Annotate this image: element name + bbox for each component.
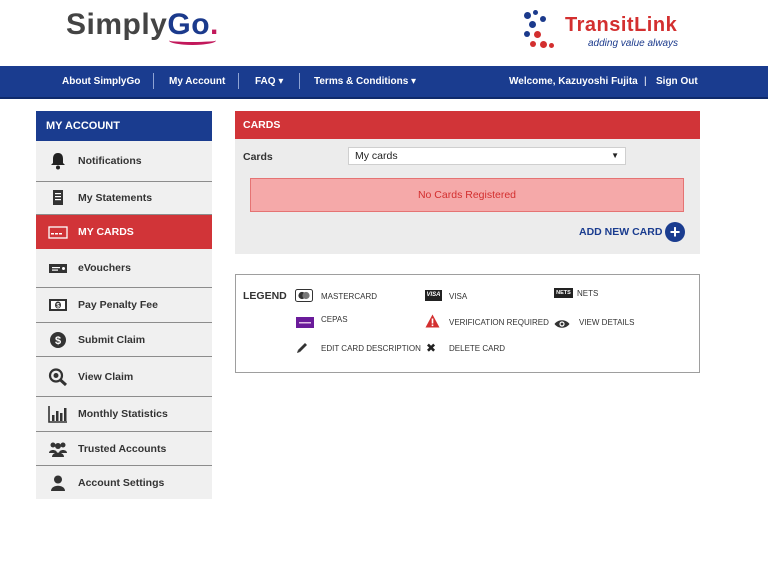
sidebar-item-label: eVouchers <box>78 262 131 274</box>
cards-select[interactable]: My cards ▼ <box>348 147 626 165</box>
sidebar-item-my-cards[interactable]: MY CARDS <box>36 215 212 249</box>
delete-x-icon: ✖ <box>426 341 437 355</box>
cards-panel: CARDS Cards My cards ▼ No Cards Register… <box>235 111 700 254</box>
legend-cepas-label: CEPAS <box>321 315 348 324</box>
simplygo-logo[interactable]: SimplyGo. <box>66 8 219 45</box>
transitlink-name: TransitLink <box>565 14 678 36</box>
legend-view-details-label: VIEW DETAILS <box>579 318 635 327</box>
user-icon <box>48 474 68 492</box>
nav-divider <box>238 73 239 89</box>
sidebar-item-notifications[interactable]: Notifications <box>36 141 212 182</box>
visa-icon: VISA <box>425 290 442 301</box>
sidebar-item-label: Monthly Statistics <box>78 408 168 420</box>
nav-separator-text: | <box>644 76 647 87</box>
cards-select-value: My cards <box>355 150 398 162</box>
no-cards-alert: No Cards Registered <box>250 178 684 212</box>
plus-circle-icon: + <box>665 222 685 242</box>
legend-edit-label: EDIT CARD DESCRIPTION <box>321 344 421 353</box>
bar-chart-icon <box>48 405 68 423</box>
money-icon: $ <box>48 296 68 314</box>
svg-text:$: $ <box>55 335 61 347</box>
sidebar-item-view-claim[interactable]: View Claim <box>36 357 212 397</box>
card-icon <box>48 223 68 241</box>
transitlink-tagline: adding value always <box>588 38 679 49</box>
legend-box: LEGEND MASTERCARD VISA VISA NETS NETS CE… <box>235 274 700 373</box>
pencil-icon <box>296 341 309 359</box>
sidebar-item-label: Trusted Accounts <box>78 442 167 455</box>
sidebar-item-evouchers[interactable]: eVouchers <box>36 249 212 288</box>
transitlink-mark-icon <box>520 10 560 50</box>
sidebar-item-my-statements[interactable]: My Statements <box>36 182 212 215</box>
sidebar-item-label: Submit Claim <box>78 333 146 346</box>
logo-go-text: Go <box>167 8 217 45</box>
nav-divider <box>153 73 154 89</box>
mastercard-icon <box>295 289 313 307</box>
legend-visa-label: VISA <box>449 292 468 301</box>
cards-heading: CARDS <box>235 111 700 139</box>
sidebar-item-pay-penalty[interactable]: $ Pay Penalty Fee <box>36 288 212 323</box>
site-header: SimplyGo. TransitLink adding value alway… <box>0 0 768 66</box>
transitlink-logo[interactable]: TransitLink adding value always <box>520 10 680 54</box>
group-icon <box>48 440 68 458</box>
warning-icon <box>425 314 440 333</box>
add-new-card-label: ADD NEW CARD <box>579 226 663 238</box>
sidebar-item-label: MY CARDS <box>78 225 134 238</box>
cards-field-label: Cards <box>243 151 273 163</box>
magnifier-icon <box>48 367 68 386</box>
sidebar-item-monthly-statistics[interactable]: Monthly Statistics <box>36 397 212 432</box>
logo-simply-text: Simply <box>66 8 168 41</box>
nav-terms-dropdown[interactable]: Terms & Conditions ▾ <box>314 76 416 87</box>
sidebar-item-account-settings[interactable]: Account Settings <box>36 466 212 499</box>
nav-my-account-link[interactable]: My Account <box>169 76 225 87</box>
legend-title: LEGEND <box>243 290 287 302</box>
statement-icon <box>48 189 68 207</box>
voucher-icon <box>48 259 68 277</box>
sidebar-item-label: Account Settings <box>78 476 165 489</box>
cepas-icon <box>296 315 314 333</box>
sign-out-link[interactable]: Sign Out <box>656 76 698 87</box>
chevron-down-icon: ▾ <box>278 76 284 87</box>
sidebar-heading: MY ACCOUNT <box>36 111 212 141</box>
legend-verification-label: VERIFICATION REQUIRED <box>449 318 549 327</box>
welcome-text: Welcome, Kazuyoshi Fujita <box>509 76 638 87</box>
nav-divider <box>299 73 300 89</box>
nets-icon: NETS <box>554 288 573 298</box>
dollar-coin-icon: $ <box>48 331 68 349</box>
sidebar-item-label: View Claim <box>78 370 134 383</box>
sidebar-item-trusted-accounts[interactable]: Trusted Accounts <box>36 432 212 466</box>
sidebar-item-label: My Statements <box>78 192 153 204</box>
chevron-down-icon: ▾ <box>411 76 417 87</box>
sidebar-item-label: Notifications <box>78 155 142 167</box>
sidebar-item-submit-claim[interactable]: $ Submit Claim <box>36 323 212 357</box>
eye-icon <box>554 316 570 334</box>
chevron-down-icon: ▼ <box>611 151 619 160</box>
legend-delete-label: DELETE CARD <box>449 344 506 353</box>
bell-icon <box>48 152 68 170</box>
nav-faq-dropdown[interactable]: FAQ ▾ <box>255 76 283 87</box>
nav-about-link[interactable]: About SimplyGo <box>62 76 140 87</box>
main-navbar: About SimplyGo My Account FAQ ▾ Terms & … <box>0 66 768 99</box>
legend-mastercard-label: MASTERCARD <box>321 292 378 301</box>
legend-nets-label: NETS <box>577 289 599 298</box>
account-sidebar: MY ACCOUNT Notifications My Statements M… <box>36 111 212 499</box>
sidebar-item-label: Pay Penalty Fee <box>78 299 158 311</box>
